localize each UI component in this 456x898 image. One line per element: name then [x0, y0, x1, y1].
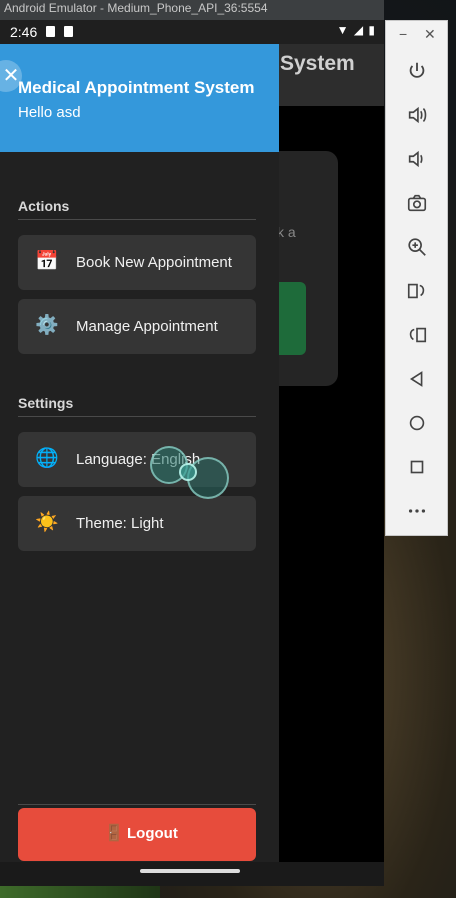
logout-label: Logout	[127, 825, 178, 842]
menu-item-label: Book New Appointment	[76, 254, 232, 271]
sd-card-icon	[46, 26, 55, 37]
divider	[18, 219, 256, 220]
volume-up-icon	[408, 106, 427, 124]
close-button[interactable]: ✕	[424, 26, 436, 43]
more-button[interactable]	[404, 498, 430, 524]
camera-icon	[407, 194, 427, 212]
emulator-side-panel: − ✕	[385, 20, 448, 536]
back-button[interactable]	[404, 366, 430, 392]
back-icon	[409, 371, 423, 387]
divider	[18, 416, 256, 417]
power-icon	[409, 62, 425, 78]
globe-icon: 🌐	[35, 448, 59, 469]
sun-icon: ☀️	[35, 512, 59, 533]
drawer-title: Medical Appointment System	[18, 78, 255, 97]
zoom-icon	[408, 238, 426, 256]
home-indicator[interactable]	[140, 869, 240, 873]
app-title: System	[280, 52, 355, 75]
gear-icon: ⚙️	[35, 315, 59, 336]
wifi-icon: ▼	[336, 23, 350, 37]
power-button[interactable]	[404, 58, 430, 84]
menu-item-label: Theme: Light	[76, 515, 164, 532]
zoom-button[interactable]	[404, 234, 430, 260]
notification-icon	[64, 26, 73, 37]
menu-item-label: Manage Appointment	[76, 318, 218, 335]
section-title-settings: Settings	[18, 395, 74, 411]
book-appointment-button[interactable]: 📅 Book New Appointment	[18, 235, 256, 290]
manage-appointment-button[interactable]: ⚙️ Manage Appointment	[18, 299, 256, 354]
drawer-greeting: Hello asd	[18, 104, 81, 121]
emulator-titlebar: Android Emulator - Medium_Phone_API_36:5…	[0, 0, 384, 20]
minimize-button[interactable]: −	[399, 26, 407, 42]
app-card-text-2: k a	[277, 224, 296, 240]
theme-button[interactable]: ☀️ Theme: Light	[18, 496, 256, 551]
door-icon: 🚪	[104, 825, 124, 842]
logout-button[interactable]: 🚪 Logout	[18, 808, 256, 861]
overview-icon	[410, 460, 424, 474]
close-icon: ✕	[2, 65, 20, 87]
navigation-drawer: ✕ Medical Appointment System Hello asd A…	[0, 44, 279, 862]
nav-bar	[0, 862, 384, 886]
overview-button[interactable]	[404, 454, 430, 480]
rotate-left-icon	[407, 283, 425, 299]
section-title-actions: Actions	[18, 198, 70, 214]
panel-titlebar: − ✕	[386, 21, 447, 51]
touch-indicator	[179, 463, 197, 481]
more-icon	[408, 509, 426, 513]
status-indicators: ▼ ◢ ▮	[337, 23, 376, 37]
phone-screen: 2:46 ▼ ◢ ▮ System : k a ✕ Medical Appoin…	[0, 20, 384, 886]
drawer-header: ✕ Medical Appointment System Hello asd	[0, 44, 279, 152]
rotate-left-button[interactable]	[404, 278, 430, 304]
volume-down-icon	[408, 150, 423, 168]
home-icon	[409, 415, 425, 431]
home-button[interactable]	[404, 410, 430, 436]
volume-down-button[interactable]	[404, 146, 430, 172]
rotate-right-icon	[409, 327, 427, 343]
status-bar: 2:46 ▼ ◢ ▮	[0, 20, 384, 44]
divider	[18, 804, 256, 805]
rotate-right-button[interactable]	[404, 322, 430, 348]
signal-icon: ◢	[353, 23, 365, 37]
calendar-icon: 📅	[35, 251, 59, 272]
screenshot-button[interactable]	[404, 190, 430, 216]
volume-up-button[interactable]	[404, 102, 430, 128]
battery-icon: ▮	[368, 23, 376, 37]
emulator-window: Android Emulator - Medium_Phone_API_36:5…	[0, 0, 384, 886]
status-time: 2:46	[10, 24, 38, 40]
